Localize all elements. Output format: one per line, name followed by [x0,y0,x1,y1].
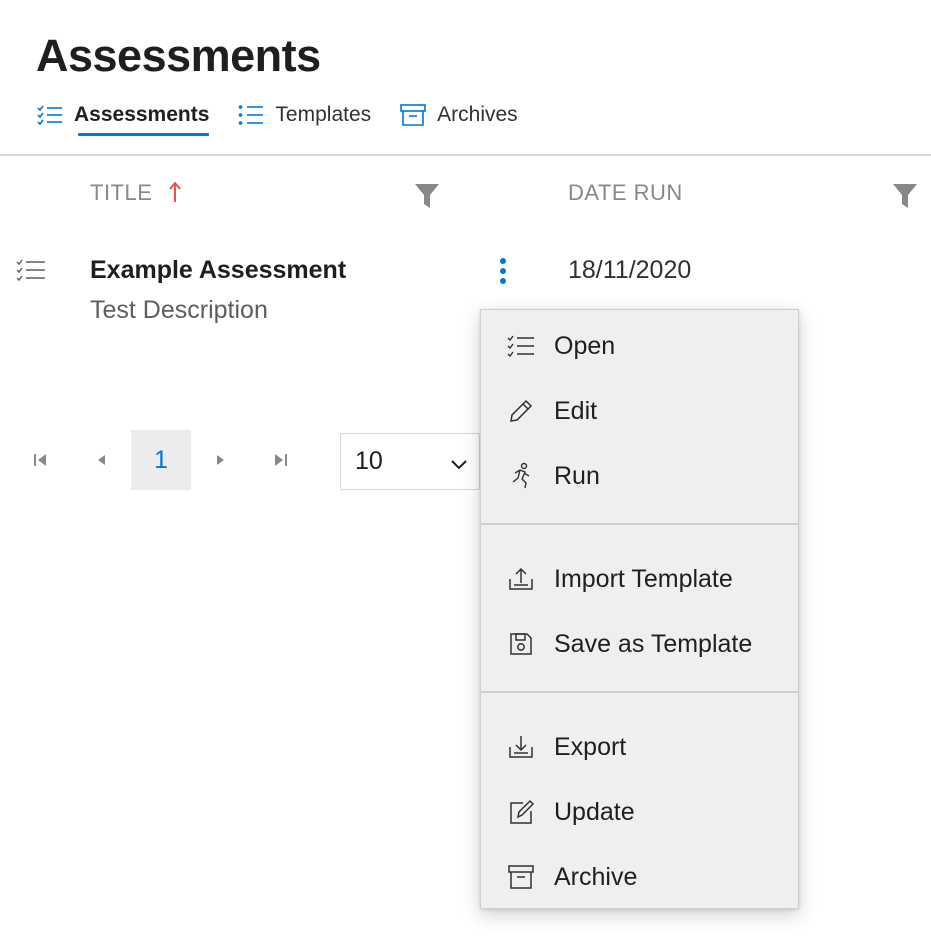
header-divider [0,154,931,156]
more-options-icon[interactable] [490,254,516,288]
download-icon [506,732,536,762]
menu-item-label: Save as Template [554,629,753,658]
menu-item-label: Open [554,331,616,360]
menu-item-save-as-template[interactable]: Save as Template [481,614,798,674]
row-title[interactable]: Example Assessment [90,256,346,285]
page-size-select[interactable]: 10 [340,433,480,490]
menu-item-export[interactable]: Export [481,717,798,777]
page-size-value: 10 [355,447,383,475]
menu-separator [481,523,798,525]
menu-separator [481,691,798,693]
edit-box-icon [506,797,536,827]
tab-assessments[interactable]: Assessments [36,98,209,132]
menu-item-label: Archive [554,862,638,891]
menu-item-open[interactable]: Open [481,316,798,376]
column-header-title[interactable]: TITLE [90,180,152,206]
menu-item-label: Update [554,797,635,826]
tab-archives[interactable]: Archives [399,98,518,132]
checklist-icon [16,258,46,284]
menu-item-import-template[interactable]: Import Template [481,549,798,609]
checklist-icon [506,331,536,361]
menu-item-label: Import Template [554,564,733,593]
sort-ascending-icon [168,180,182,204]
row-description: Test Description [90,296,268,324]
date-run-filter-icon[interactable] [892,182,918,210]
menu-item-label: Run [554,461,600,490]
page-number-button[interactable]: 1 [131,430,191,490]
column-header-date-run[interactable]: DATE RUN [568,180,683,206]
previous-page-icon[interactable] [86,440,116,480]
tab-templates-label: Templates [275,103,372,126]
menu-item-label: Edit [554,396,598,425]
upload-icon [506,564,536,594]
menu-item-archive[interactable]: Archive [481,847,798,907]
menu-item-update[interactable]: Update [481,782,798,842]
archive-icon [506,862,536,892]
tab-bar: Assessments Templates Archives [36,98,546,138]
tab-templates[interactable]: Templates [237,98,371,132]
first-page-icon[interactable] [25,440,55,480]
archive-icon [399,101,427,129]
pencil-icon [506,396,536,426]
next-page-icon[interactable] [206,440,236,480]
bullet-list-icon [237,101,265,129]
tab-assessments-label: Assessments [74,103,210,126]
chevron-down-icon [449,452,469,472]
last-page-icon[interactable] [266,440,296,480]
save-icon [506,629,536,659]
row-date-run: 18/11/2020 [568,256,692,284]
title-filter-icon[interactable] [414,182,440,210]
running-person-icon [506,461,536,491]
tab-archives-label: Archives [437,103,518,126]
menu-item-label: Export [554,732,627,761]
menu-item-edit[interactable]: Edit [481,381,798,441]
checklist-icon [36,101,64,129]
context-menu: Open Edit Run Import Template Save as Te… [480,309,799,909]
page-title: Assessments [36,30,321,81]
menu-item-run[interactable]: Run [481,446,798,506]
